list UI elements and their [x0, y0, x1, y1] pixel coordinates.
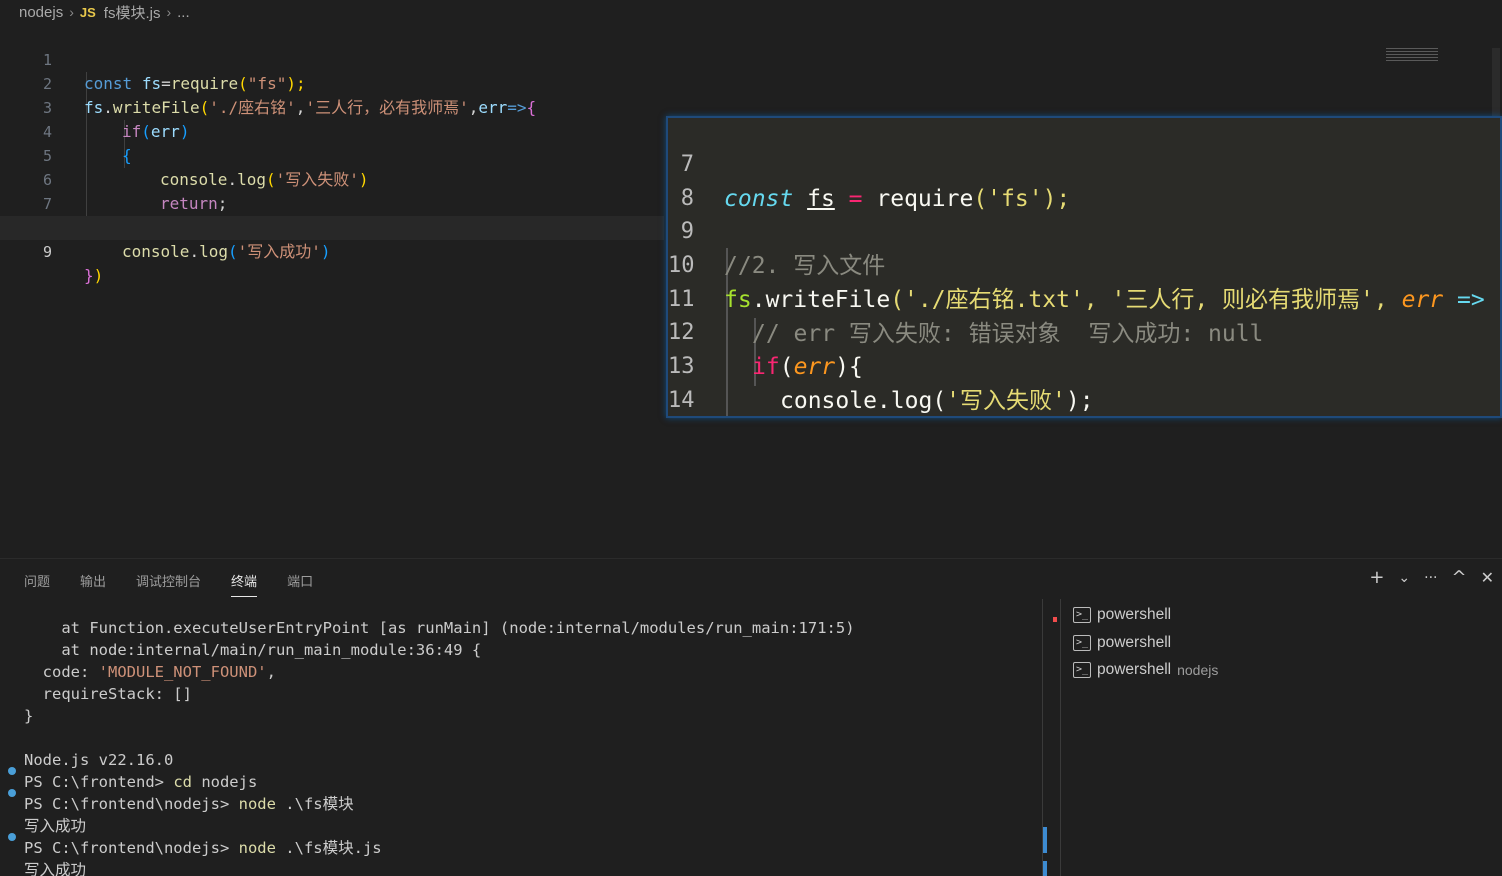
terminal-line: requireStack: []: [24, 685, 192, 703]
terminal-line: at Function.executeUserEntryPoint [as ru…: [24, 619, 855, 637]
add-terminal-icon[interactable]: +: [1369, 567, 1384, 588]
code-line[interactable]: 2 fs.writeFile('./座右铭','三人行，必有我师焉',err=>…: [0, 48, 1502, 117]
terminal-list-item[interactable]: >_ powershell: [1073, 631, 1177, 655]
terminal-icon: >_: [1073, 607, 1091, 623]
javascript-file-icon: JS: [79, 4, 96, 20]
breadcrumb-file[interactable]: fs模块.js: [104, 2, 161, 23]
terminal-scrollbar[interactable]: [1042, 599, 1058, 876]
tab-output[interactable]: 输出: [80, 571, 106, 597]
terminal-list-item-active[interactable]: >_ powershell nodejs: [1073, 658, 1218, 682]
image-code-line: 7 const fs = require('fs');: [680, 152, 1071, 212]
close-panel-icon[interactable]: ✕: [1481, 568, 1494, 587]
terminal-line: 写入成功: [24, 861, 87, 876]
terminal-list-item[interactable]: >_ powershell: [1073, 603, 1177, 627]
terminal-line: code: 'MODULE_NOT_FOUND',: [24, 663, 276, 681]
pasted-code-image: 7 const fs = require('fs'); 8 9 //2. 写入文…: [666, 116, 1502, 418]
image-code-line: 13 console.log('写入失败');: [668, 354, 1094, 414]
code-line[interactable]: 1 const fs=require("fs");: [0, 24, 1502, 93]
terminal-output[interactable]: at Function.executeUserEntryPoint [as ru…: [0, 617, 1046, 876]
terminal-line: }: [24, 707, 34, 725]
error-marker: [1053, 617, 1057, 622]
image-code-line: 10 fs.writeFile('./座右铭.txt', '三人行, 则必有我师…: [668, 253, 1485, 313]
code-line[interactable]: 3 if(err): [0, 72, 1502, 141]
image-code-line: 8: [680, 186, 694, 211]
image-code-line: 12 if(err){: [668, 320, 863, 380]
chevron-down-icon[interactable]: ⌄: [1398, 570, 1410, 586]
image-code-line: 14 return;: [668, 388, 695, 413]
chevron-right-icon: ›: [166, 4, 172, 20]
terminal-line: 写入成功: [24, 817, 87, 835]
more-actions-icon[interactable]: ···: [1424, 570, 1437, 586]
terminal-line: Node.js v22.16.0: [24, 751, 174, 769]
breadcrumb: nodejs › JS fs模块.js › ...: [0, 0, 1502, 24]
command-status-icon[interactable]: [8, 767, 16, 775]
terminal-line: PS C:\frontend\nodejs> node .\fs模块: [24, 795, 354, 813]
breadcrumb-folder[interactable]: nodejs: [19, 4, 63, 21]
tab-terminal[interactable]: 终端: [231, 571, 258, 597]
breadcrumb-more[interactable]: ...: [177, 4, 190, 21]
maximize-panel-icon[interactable]: ^: [1452, 567, 1467, 588]
terminal-line: PS C:\frontend\nodejs> node .\fs模块.js: [24, 839, 382, 857]
image-code-line: 9 //2. 写入文件: [680, 219, 886, 279]
code-line-current[interactable]: 9 }): [0, 216, 664, 285]
tab-problems[interactable]: 问题: [24, 571, 50, 597]
tab-debug-console[interactable]: 调试控制台: [136, 571, 201, 597]
terminal-icon: >_: [1073, 662, 1091, 678]
terminal-line: PS C:\frontend> cd nodejs: [24, 773, 258, 791]
scrollbar-thumb[interactable]: [1043, 861, 1047, 876]
scrollbar-thumb[interactable]: [1043, 827, 1047, 853]
panel-actions: + ⌄ ··· ^ ✕: [1369, 567, 1494, 588]
terminal-list: >_ powershell >_ powershell >_ powershel…: [1060, 599, 1502, 876]
line-number: 9: [42, 243, 52, 261]
command-status-icon[interactable]: [8, 789, 16, 797]
terminal-icon: >_: [1073, 635, 1091, 651]
panel-tabs: 问题 输出 调试控制台 终端 端口: [24, 571, 313, 597]
tab-ports[interactable]: 端口: [287, 571, 313, 597]
bottom-panel: 问题 输出 调试控制台 终端 端口 + ⌄ ··· ^ ✕ at Functio…: [0, 558, 1502, 876]
terminal-line: at node:internal/main/run_main_module:36…: [24, 641, 482, 659]
command-status-icon[interactable]: [8, 833, 16, 841]
image-code-line: 15 }: [668, 384, 1500, 416]
image-code-line: 11 // err 写入失败: 错误对象 写入成功: null: [668, 287, 1264, 347]
chevron-right-icon: ›: [69, 4, 74, 20]
